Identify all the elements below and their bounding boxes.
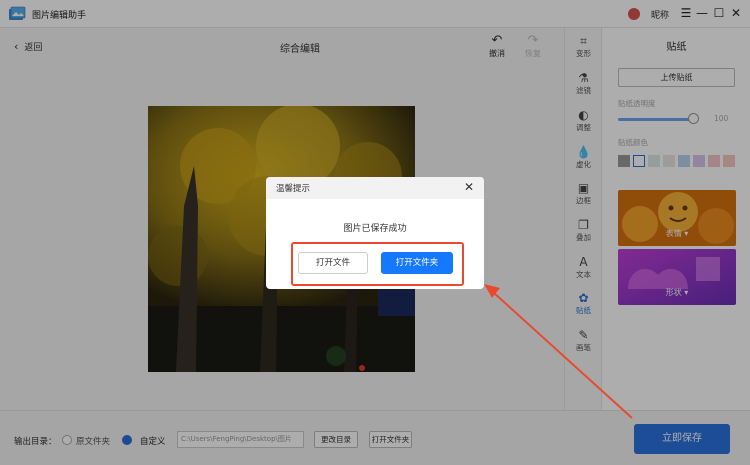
dialog-message: 图片已保存成功 xyxy=(343,224,407,234)
dialog-header: 温馨提示 ✕ xyxy=(266,177,484,199)
dialog-title: 温馨提示 xyxy=(276,184,311,194)
annotation-highlight-box xyxy=(291,242,464,286)
close-icon[interactable]: ✕ xyxy=(464,180,474,194)
